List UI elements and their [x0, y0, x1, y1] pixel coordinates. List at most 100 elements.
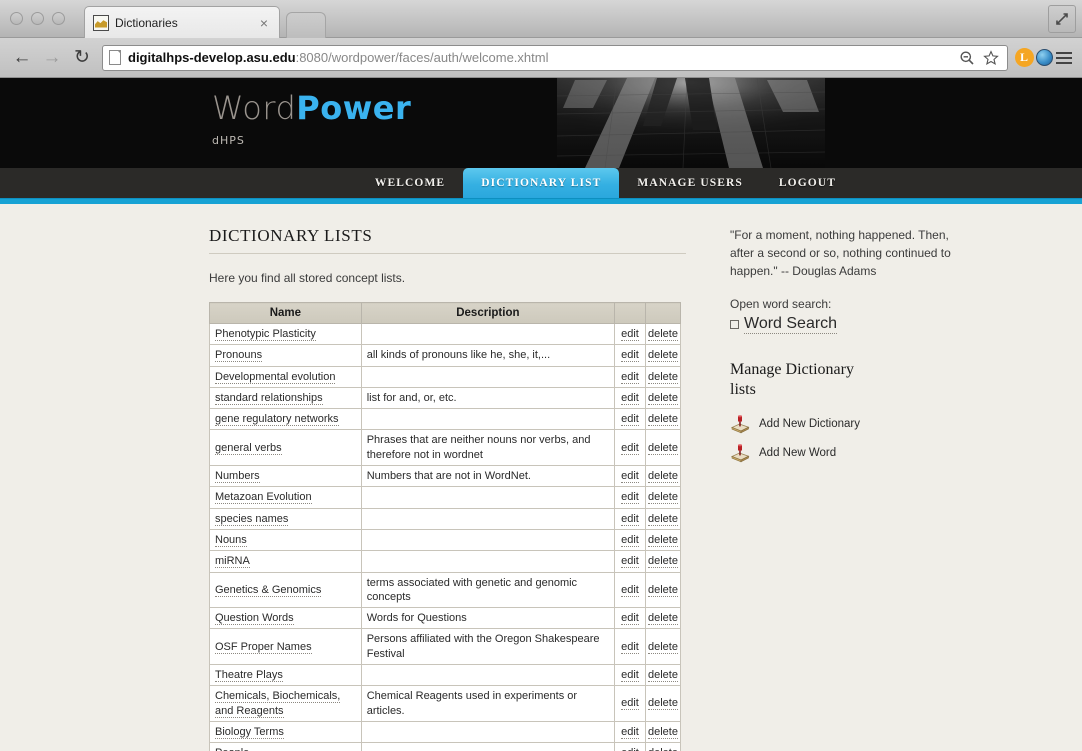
forward-button[interactable]: →: [38, 44, 66, 72]
extension-l-button[interactable]: L: [1014, 48, 1034, 68]
dictionary-name-link[interactable]: People: [215, 747, 250, 751]
table-row: People edit delete: [209, 742, 682, 751]
dictionary-name-link[interactable]: Biology Terms: [215, 725, 284, 739]
edit-link[interactable]: edit: [621, 669, 639, 683]
edit-link[interactable]: edit: [621, 441, 639, 455]
delete-link[interactable]: delete: [647, 413, 678, 427]
delete-link[interactable]: delete: [647, 725, 678, 739]
nav-item-logout[interactable]: LOGOUT: [761, 168, 854, 198]
dictionary-name-link[interactable]: gene regulatory networks: [215, 413, 339, 427]
dictionary-name-link[interactable]: OSF Proper Names: [215, 640, 312, 654]
cell-name: Pronouns: [209, 344, 362, 367]
delete-link[interactable]: delete: [647, 747, 678, 751]
delete-link[interactable]: delete: [647, 555, 678, 569]
dictionary-name-link[interactable]: Developmental evolution: [215, 370, 336, 384]
dictionary-name-link[interactable]: general verbs: [215, 441, 282, 455]
dictionary-name-link[interactable]: Nouns: [215, 533, 247, 547]
add-new-dictionary-action[interactable]: Add New Dictionary: [730, 414, 960, 434]
globe-icon[interactable]: [1034, 48, 1054, 68]
delete-link[interactable]: delete: [647, 328, 678, 341]
browser-tab[interactable]: Dictionaries ×: [84, 6, 280, 38]
zoom-out-icon[interactable]: [957, 48, 977, 68]
delete-link[interactable]: delete: [647, 349, 678, 363]
edit-link[interactable]: edit: [621, 640, 639, 654]
close-icon[interactable]: ×: [257, 16, 271, 30]
nav-item-welcome[interactable]: WELCOME: [357, 168, 463, 198]
site-logo[interactable]: WordPower dHPS: [212, 92, 411, 147]
nav-item-dictionary-list[interactable]: DICTIONARY LIST: [463, 168, 620, 198]
edit-link[interactable]: edit: [621, 583, 639, 597]
cell-name: Chemicals, Biochemicals, and Reagents: [209, 685, 362, 722]
delete-link[interactable]: delete: [647, 533, 678, 547]
sidebar: "For a moment, nothing happened. Then, a…: [730, 226, 960, 751]
table-row: species names edit delete: [209, 507, 682, 530]
delete-link[interactable]: delete: [647, 391, 678, 405]
dictionary-name-link[interactable]: Pronouns: [215, 349, 263, 363]
maximize-button[interactable]: [1048, 5, 1076, 33]
edit-link[interactable]: edit: [621, 470, 639, 484]
reload-button[interactable]: ↻: [68, 44, 96, 72]
cell-name: species names: [209, 507, 362, 530]
edit-link[interactable]: edit: [621, 747, 639, 751]
add-new-word-action[interactable]: Add New Word: [730, 443, 960, 463]
dictionary-name-link[interactable]: Phenotypic Plasticity: [215, 328, 316, 341]
edit-link[interactable]: edit: [621, 512, 639, 526]
edit-link[interactable]: edit: [621, 491, 639, 505]
new-tab-button[interactable]: [286, 12, 326, 38]
nav-item-manage-users[interactable]: MANAGE USERS: [619, 168, 761, 198]
edit-link[interactable]: edit: [621, 555, 639, 569]
cell-name: Theatre Plays: [209, 664, 362, 687]
table-row: general verbs Phrases that are neither no…: [209, 429, 682, 467]
delete-link[interactable]: delete: [647, 512, 678, 526]
cell-description: [360, 550, 616, 573]
delete-link[interactable]: delete: [647, 470, 678, 484]
table-row: Nouns edit delete: [209, 528, 682, 552]
checkbox-icon[interactable]: [730, 319, 739, 329]
close-window-button[interactable]: [10, 12, 23, 25]
word-search-link[interactable]: Word Search: [744, 315, 838, 334]
dictionary-name-link[interactable]: miRNA: [215, 555, 250, 569]
cell-description: [360, 507, 616, 530]
edit-link[interactable]: edit: [621, 697, 639, 711]
address-bar[interactable]: digitalhps-develop.asu.edu:8080/wordpowe…: [102, 44, 1008, 71]
cell-name: Developmental evolution: [209, 365, 362, 388]
delete-link[interactable]: delete: [647, 669, 678, 683]
delete-link[interactable]: delete: [647, 697, 678, 711]
dictionary-name-link[interactable]: Numbers: [215, 470, 260, 484]
cell-description: [360, 408, 616, 431]
dictionary-name-link[interactable]: species names: [215, 512, 289, 526]
minimize-window-button[interactable]: [31, 12, 44, 25]
edit-link[interactable]: edit: [621, 370, 639, 384]
table-row: standard relationships list for and, or, …: [209, 386, 682, 410]
edit-link[interactable]: edit: [621, 391, 639, 405]
cell-edit: edit: [614, 465, 646, 488]
cell-edit: edit: [614, 486, 646, 509]
delete-link[interactable]: delete: [647, 441, 678, 455]
dictionary-name-link[interactable]: standard relationships: [215, 391, 323, 405]
page-intro-text: Here you find all stored concept lists.: [209, 271, 406, 285]
back-button[interactable]: ←: [8, 44, 36, 72]
hamburger-menu-icon[interactable]: [1054, 48, 1074, 68]
delete-link[interactable]: delete: [647, 612, 678, 626]
edit-link[interactable]: edit: [621, 349, 639, 363]
delete-link[interactable]: delete: [647, 370, 678, 384]
dictionary-name-link[interactable]: Metazoan Evolution: [215, 491, 312, 505]
logo-text: WordPower: [212, 92, 411, 124]
edit-link[interactable]: edit: [621, 413, 639, 427]
delete-link[interactable]: delete: [647, 640, 678, 654]
dictionary-name-link[interactable]: Chemicals, Biochemicals, and Reagents: [215, 690, 341, 718]
zoom-window-button[interactable]: [52, 12, 65, 25]
bookmark-star-icon[interactable]: [981, 48, 1001, 68]
edit-link[interactable]: edit: [621, 725, 639, 739]
dictionary-name-link[interactable]: Theatre Plays: [215, 669, 283, 683]
dictionary-name-link[interactable]: Genetics & Genomics: [215, 583, 322, 597]
word-search-row[interactable]: Word Search: [730, 315, 960, 334]
dictionary-name-link[interactable]: Question Words: [215, 612, 294, 626]
edit-link[interactable]: edit: [621, 533, 639, 547]
delete-link[interactable]: delete: [647, 583, 678, 597]
delete-link[interactable]: delete: [647, 491, 678, 505]
edit-link[interactable]: edit: [621, 612, 639, 626]
edit-link[interactable]: edit: [621, 328, 639, 341]
page-info-icon[interactable]: [109, 50, 121, 65]
table-row: Chemicals, Biochemicals, and Reagents Che…: [209, 685, 682, 722]
